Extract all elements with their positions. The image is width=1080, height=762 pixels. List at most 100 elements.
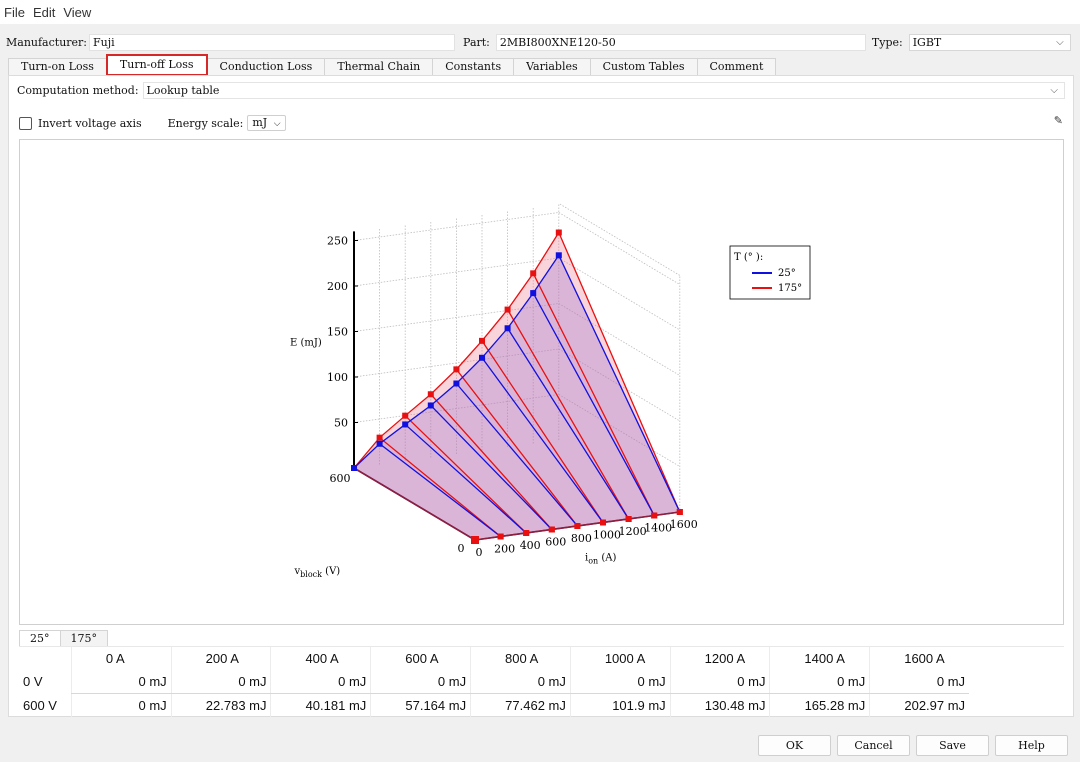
z-tick-label: 150 [327,326,348,339]
table-cell[interactable]: 0 mJ [769,670,869,693]
table-cell[interactable]: 40.181 mJ [270,694,370,717]
table-cell[interactable]: 57.164 mJ [370,694,470,717]
data-point [427,391,434,398]
chevron-down-icon: ⌵ [1056,36,1064,48]
grid-line [558,203,681,276]
base-point [523,530,530,536]
data-point [376,434,383,441]
menu-view[interactable]: View [63,5,91,20]
current-tick-label: 600 [545,536,566,549]
voltage-tick-label: 0 [458,542,465,555]
tab-thermal-chain[interactable]: Thermal Chain [324,58,434,75]
base-point [574,523,581,529]
table-cell[interactable]: 0 mJ [70,694,171,717]
part-field[interactable]: 2MBI800XNE120-50 [495,33,866,51]
data-point [453,380,460,387]
col-header: 1600 A [869,647,969,670]
col-header: 200 A [170,647,271,670]
tab-turn-off-loss[interactable]: Turn-off Loss [105,54,208,76]
col-header: 400 A [270,647,370,670]
table-cell[interactable]: 165.28 mJ [769,694,869,717]
computation-label: Computation method: [17,84,139,97]
table-cell[interactable]: 0 mJ [370,670,470,693]
table-cell[interactable]: 0 mJ [869,670,969,693]
col-header: 1400 A [769,647,869,670]
z-tick-label: 200 [327,280,348,293]
table-cell[interactable]: 0 mJ [669,670,770,693]
base-point [548,526,555,533]
table-cell[interactable]: 0 mJ [70,670,171,693]
part-label: Part: [463,35,490,49]
current-tick-label: 400 [520,539,541,552]
data-point [402,421,409,428]
data-point [530,290,537,297]
grid-line [353,212,559,241]
tab-turn-on-loss[interactable]: Turn-on Loss [8,58,107,75]
table-cell[interactable]: 0 mJ [569,670,670,693]
base-point [651,512,658,519]
tab-temp-25[interactable]: 25° [19,630,61,646]
computation-select[interactable]: Lookup table ⌵ [142,82,1065,99]
data-point [376,440,383,447]
tab-constants[interactable]: Constants [432,58,515,75]
menu-file[interactable]: File [4,5,25,20]
origin-point [471,536,479,544]
tab-conduction-loss[interactable]: Conduction Loss [206,58,326,75]
base-point [676,509,683,515]
computation-value: Lookup table [146,84,220,97]
temperature-tabs: 25° 175° [19,630,108,646]
legend-label: 25° [778,268,796,279]
data-point [351,465,357,471]
pencil-icon[interactable]: ✎ [1054,114,1063,127]
col-header: 1000 A [569,647,670,670]
ok-button[interactable]: OK [758,735,831,756]
table-cell[interactable]: 0 mJ [470,670,570,693]
table-cell[interactable]: 0 mJ [170,670,271,693]
table-row: 0 V 0 mJ 0 mJ 0 mJ 0 mJ 0 mJ 0 mJ 0 mJ 0… [19,670,969,693]
loss-table: 0 A 200 A 400 A 600 A 800 A 1000 A 1200 … [19,646,1064,717]
energy-scale-label: Energy scale: [167,116,244,130]
table-row: 600 V 0 mJ 22.783 mJ 40.181 mJ 57.164 mJ… [19,694,969,717]
y-axis-title: vblock (V) [294,566,341,579]
tab-variables[interactable]: Variables [513,58,591,75]
loss-surface-plot: 50 100 150 200 250 0 200 400 600 800 1000 1200 1400 1… [19,139,1064,625]
table-cell[interactable]: 22.783 mJ [170,694,271,717]
help-button[interactable]: Help [995,735,1068,756]
data-point [504,325,511,332]
dialog-buttons: OK Cancel Save Help [758,735,1074,756]
menu-edit[interactable]: Edit [33,5,55,20]
current-tick-label: 0 [476,546,483,559]
header-row: Manufacturer: Fuji Part: 2MBI800XNE120-5… [6,33,1074,51]
tab-temp-175[interactable]: 175° [59,630,108,646]
chevron-down-icon: ⌵ [1050,85,1058,96]
table-cell[interactable]: 77.462 mJ [470,694,570,717]
base-point [625,516,632,522]
current-tick-label: 1400 [644,522,672,535]
col-header: 1200 A [669,647,770,670]
cancel-button[interactable]: Cancel [837,735,910,756]
row-header: 0 V [23,674,43,689]
table-cell[interactable]: 202.97 mJ [869,694,969,717]
table-cell[interactable]: 0 mJ [270,670,370,693]
voltage-tick-label: 600 [330,472,351,485]
col-header: 600 A [370,647,470,670]
current-tick-label: 1600 [670,518,698,531]
table-cell[interactable]: 101.9 mJ [569,694,670,717]
type-select[interactable]: IGBT ⌵ [908,33,1071,51]
computation-row: Computation method: Lookup table ⌵ [17,82,1065,99]
current-tick-label: 200 [494,543,515,556]
table-cell[interactable]: 130.48 mJ [669,694,770,717]
data-point [530,270,537,277]
data-point [555,229,562,236]
invert-voltage-checkbox[interactable] [19,116,32,130]
type-value: IGBT [912,35,942,49]
current-tick-label: 1000 [593,529,621,542]
tab-custom-tables[interactable]: Custom Tables [589,58,698,75]
tab-comment[interactable]: Comment [696,58,777,75]
energy-scale-select[interactable]: mJ ⌵ [247,115,286,131]
type-label: Type: [871,35,903,49]
data-point [479,337,485,344]
save-button[interactable]: Save [916,735,989,756]
manufacturer-field[interactable]: Fuji [89,33,456,51]
chevron-down-icon: ⌵ [273,119,281,129]
